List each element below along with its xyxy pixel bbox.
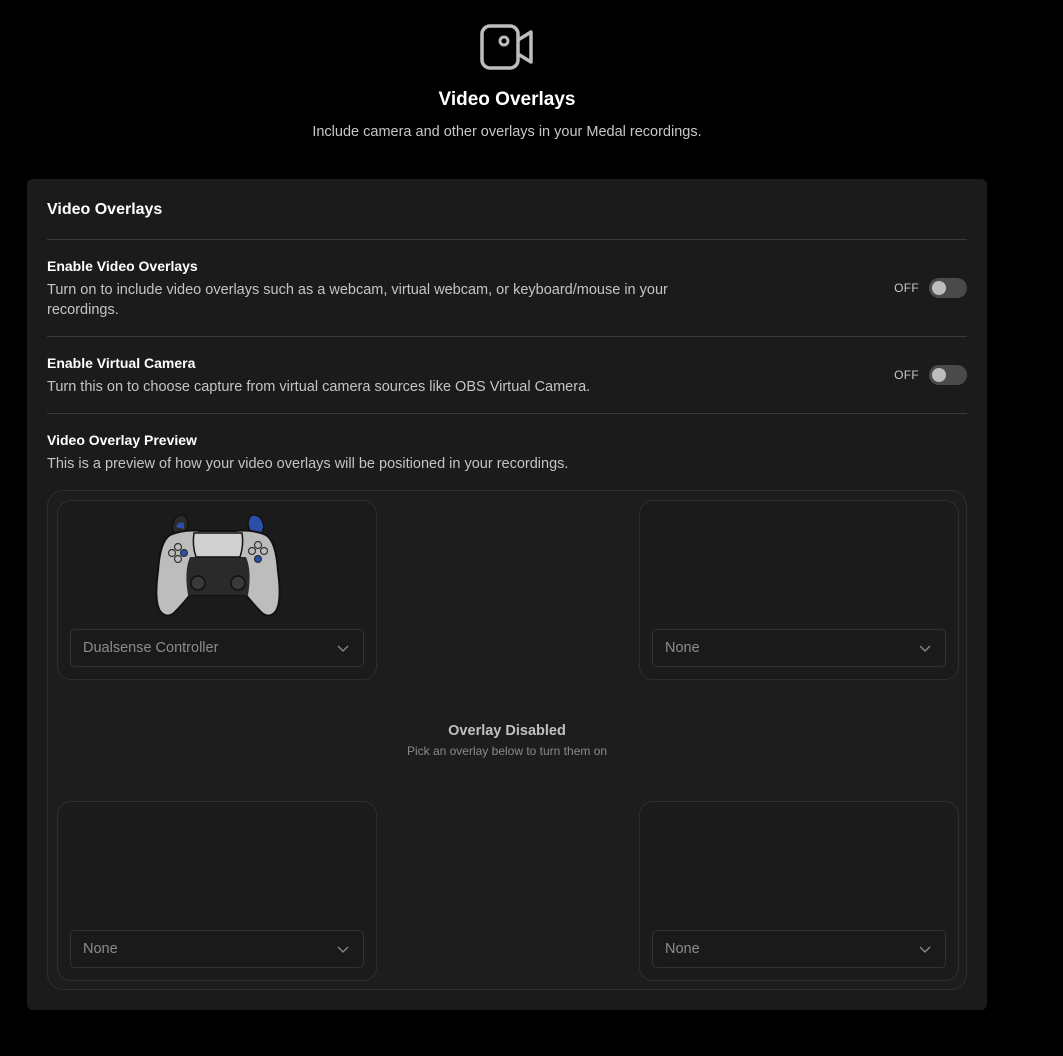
page-title: Video Overlays bbox=[438, 89, 576, 110]
enable-video-overlays-description: Turn on to include video overlays such a… bbox=[47, 282, 668, 318]
overlay-preview-area: Dualsense Controller None Overlay Disabl… bbox=[47, 490, 967, 990]
enable-virtual-camera-description: Turn this on to choose capture from virt… bbox=[47, 379, 591, 395]
chevron-down-icon bbox=[337, 946, 349, 953]
overlay-select-top-right[interactable]: None bbox=[652, 629, 946, 667]
enable-virtual-camera-toggle-group: OFF bbox=[894, 365, 967, 385]
overlay-slot-bottom-right: None bbox=[639, 801, 959, 981]
chevron-down-icon bbox=[337, 645, 349, 652]
enable-video-overlays-title: Enable Video Overlays bbox=[47, 258, 198, 274]
divider bbox=[47, 336, 967, 337]
dualsense-controller-icon bbox=[155, 514, 281, 617]
dropdown-value: None bbox=[665, 941, 700, 957]
toggle-state-label: OFF bbox=[894, 281, 919, 295]
divider bbox=[47, 413, 967, 414]
overlay-select-bottom-right[interactable]: None bbox=[652, 930, 946, 968]
overlay-status-subtitle: Pick an overlay below to turn them on bbox=[406, 744, 608, 758]
divider bbox=[47, 239, 967, 240]
chevron-down-icon bbox=[919, 645, 931, 652]
preview-title: Video Overlay Preview bbox=[47, 432, 197, 448]
enable-video-overlays-toggle-group: OFF bbox=[894, 278, 967, 298]
video-camera-icon bbox=[480, 24, 533, 70]
video-overlays-panel: Video Overlays Enable Video Overlays Tur… bbox=[27, 179, 987, 1010]
panel-title: Video Overlays bbox=[47, 201, 163, 218]
overlay-select-top-left[interactable]: Dualsense Controller bbox=[70, 629, 364, 667]
dropdown-value: None bbox=[83, 941, 118, 957]
toggle-knob bbox=[932, 281, 946, 295]
toggle-knob bbox=[932, 368, 946, 382]
overlay-select-bottom-left[interactable]: None bbox=[70, 930, 364, 968]
enable-video-overlays-toggle[interactable] bbox=[929, 278, 967, 298]
toggle-state-label: OFF bbox=[894, 368, 919, 382]
chevron-down-icon bbox=[919, 946, 931, 953]
dropdown-value: Dualsense Controller bbox=[83, 640, 219, 656]
overlay-slot-top-right: None bbox=[639, 500, 959, 680]
overlay-slot-bottom-left: None bbox=[57, 801, 377, 981]
dropdown-value: None bbox=[665, 640, 700, 656]
preview-description: This is a preview of how your video over… bbox=[47, 456, 569, 472]
enable-virtual-camera-toggle[interactable] bbox=[929, 365, 967, 385]
overlay-status-title: Overlay Disabled bbox=[448, 723, 566, 739]
page-subtitle: Include camera and other overlays in you… bbox=[312, 124, 702, 140]
enable-virtual-camera-title: Enable Virtual Camera bbox=[47, 355, 196, 371]
overlay-slot-top-left: Dualsense Controller bbox=[57, 500, 377, 680]
